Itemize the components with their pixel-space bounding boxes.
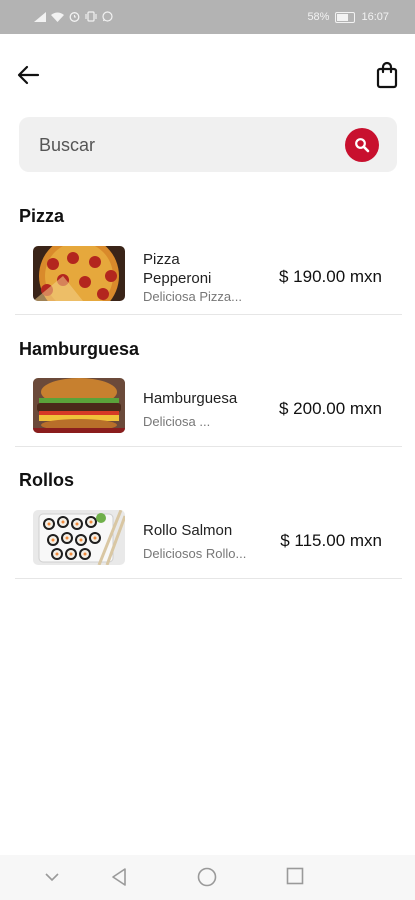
signal-icon	[34, 11, 46, 22]
section-title-pizza: Pizza	[19, 206, 65, 226]
nav-back-button[interactable]	[110, 867, 128, 892]
vibrate-icon	[85, 11, 97, 22]
recents-square-icon	[286, 867, 304, 885]
chevron-down-icon	[45, 873, 59, 882]
search-button[interactable]	[345, 128, 379, 162]
product-name: Rollo Salmon	[143, 522, 233, 539]
back-triangle-icon	[112, 868, 126, 886]
product-name: Pizza Pepperoni	[143, 251, 212, 287]
status-icons	[34, 11, 113, 22]
sushi-image	[33, 510, 125, 565]
alarm-icon	[69, 12, 80, 22]
clock: 16:07	[361, 11, 389, 23]
section-title-rollos: Rollos	[19, 470, 75, 490]
product-row-hamburguesa[interactable]: Hamburguesa Deliciosa ... $ 200.00 mxn	[15, 372, 402, 447]
product-price: $ 115.00 mxn	[280, 531, 382, 550]
product-price: $ 200.00 mxn	[278, 399, 382, 418]
shopping-bag-icon	[376, 61, 398, 89]
product-description: Deliciosos Rollo...	[143, 546, 247, 561]
section-title-hamburguesa: Hamburguesa	[19, 339, 140, 359]
back-button[interactable]	[16, 62, 42, 88]
search-input[interactable]	[37, 117, 341, 174]
app-header	[0, 34, 415, 114]
nav-recents-button[interactable]	[286, 867, 304, 890]
battery-icon	[335, 11, 356, 23]
product-description: Deliciosa Pizza...	[143, 289, 242, 304]
status-right: 58% 16:07	[307, 11, 389, 23]
search-bar	[19, 117, 397, 174]
cart-button[interactable]	[375, 61, 399, 89]
hide-nav-button[interactable]	[44, 870, 60, 888]
product-row-pizza-pepperoni[interactable]: Pizza Pepperoni Deliciosa Pizza... $ 190…	[15, 240, 402, 315]
product-price: $ 190.00 mxn	[278, 267, 382, 286]
search-icon	[355, 138, 370, 153]
burger-image	[33, 378, 125, 433]
product-name: Hamburguesa	[143, 390, 238, 407]
pizza-image	[33, 246, 125, 301]
status-bar: 58% 16:07	[0, 0, 415, 34]
battery-percent: 58%	[307, 11, 330, 23]
product-row-rollo-salmon[interactable]: Rollo Salmon Deliciosos Rollo... $ 115.0…	[15, 504, 402, 579]
home-circle-icon	[197, 867, 217, 887]
whatsapp-icon	[102, 11, 113, 22]
arrow-left-icon	[17, 65, 40, 85]
system-nav-bar	[0, 855, 415, 900]
wifi-icon	[51, 12, 64, 22]
product-description: Deliciosa ...	[143, 414, 211, 429]
nav-home-button[interactable]	[197, 867, 217, 892]
